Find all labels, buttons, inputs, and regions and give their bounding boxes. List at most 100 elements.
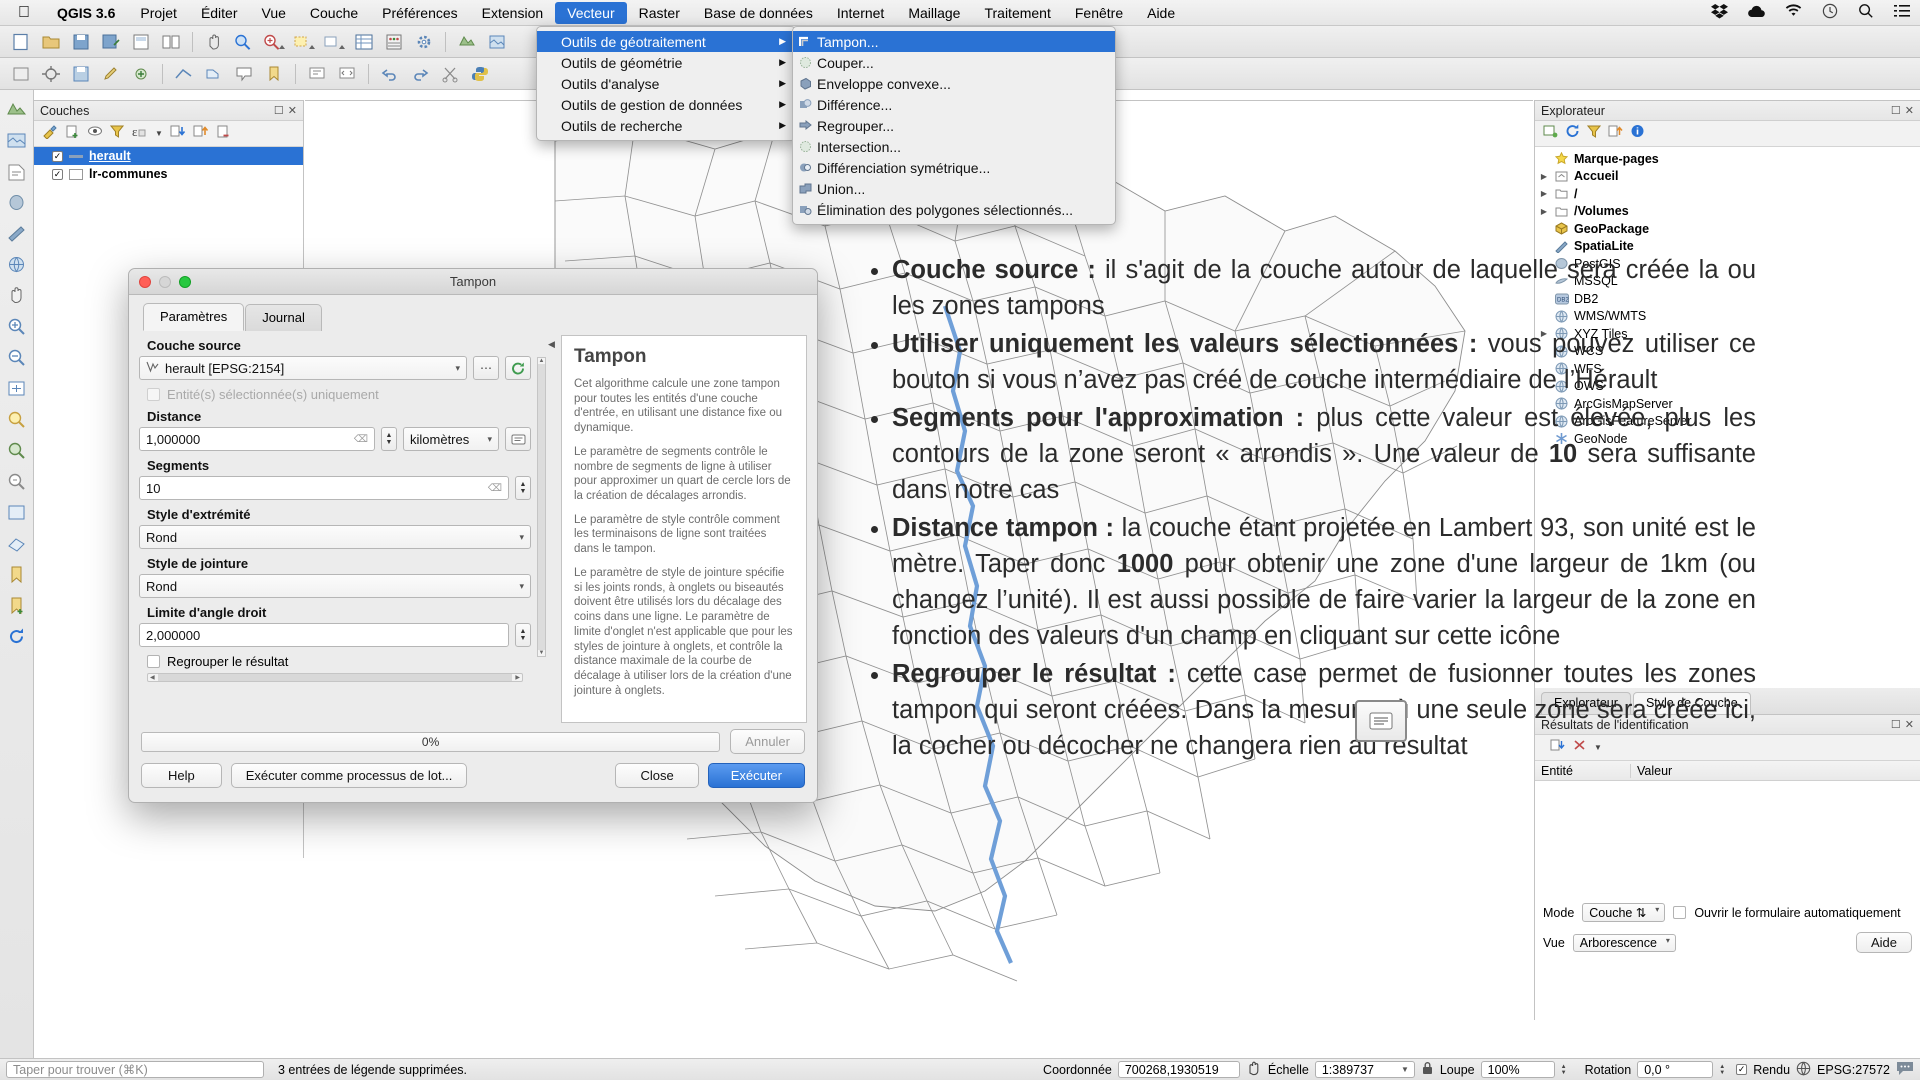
- menu-fenetre[interactable]: Fenêtre: [1063, 2, 1135, 24]
- toggle-coordinate-capture-icon[interactable]: [1246, 1060, 1262, 1079]
- menu-traitement[interactable]: Traitement: [972, 2, 1062, 24]
- expression-filter-icon[interactable]: ε: [131, 124, 148, 144]
- scrollbar-thumb[interactable]: [538, 364, 545, 650]
- couche-source-select[interactable]: herault [EPSG:2154]: [139, 356, 467, 380]
- html-annotation-icon[interactable]: [334, 62, 360, 86]
- new-project-icon[interactable]: [8, 30, 34, 54]
- epsg-label[interactable]: EPSG:27572: [1817, 1063, 1890, 1077]
- executer-button[interactable]: Exécuter: [708, 763, 805, 788]
- zoom-out-rail-icon[interactable]: [4, 344, 30, 370]
- loupe-stepper[interactable]: ▲▼: [1561, 1064, 1572, 1076]
- menu-couche[interactable]: Couche: [298, 2, 370, 24]
- layout-manager-icon[interactable]: [158, 30, 184, 54]
- tab-journal[interactable]: Journal: [245, 304, 322, 331]
- style-manager-icon[interactable]: [42, 124, 58, 144]
- text-annotation-icon[interactable]: [304, 62, 330, 86]
- add-group-icon[interactable]: [65, 124, 80, 144]
- open-project-icon[interactable]: [38, 30, 64, 54]
- redo-icon[interactable]: [407, 62, 433, 86]
- lock-scale-icon[interactable]: [1421, 1061, 1434, 1079]
- scrollbar-thumb[interactable]: [158, 674, 513, 681]
- close-button[interactable]: Close: [615, 763, 698, 788]
- touch-zoom-icon[interactable]: [8, 62, 34, 86]
- measure-line-icon[interactable]: [171, 62, 197, 86]
- close-icon[interactable]: ✕: [288, 104, 297, 117]
- clear-segments-icon[interactable]: ⌫: [488, 483, 502, 494]
- manage-visibility-icon[interactable]: [87, 124, 103, 144]
- locator-search-input[interactable]: Taper pour trouver (⌘K): [6, 1061, 264, 1078]
- open-attribute-table-icon[interactable]: [351, 30, 377, 54]
- menu-item-outils-recherche[interactable]: Outils de recherche ▶: [537, 115, 795, 136]
- add-vector-layer-rail-icon[interactable]: [4, 96, 30, 122]
- save-project-as-icon[interactable]: [98, 30, 124, 54]
- menu-raster[interactable]: Raster: [627, 2, 692, 24]
- undock-icon[interactable]: ☐: [1891, 104, 1901, 117]
- data-defined-override-button[interactable]: [505, 427, 531, 451]
- zoom-layer-rail-icon[interactable]: [4, 437, 30, 463]
- menu-item-enveloppe-convexe[interactable]: Enveloppe convexe...: [793, 73, 1115, 94]
- scroll-left-arrow-icon[interactable]: ◀: [148, 674, 157, 681]
- add-wms-rail-icon[interactable]: [4, 251, 30, 277]
- add-new-directory-icon[interactable]: [1543, 124, 1558, 143]
- distance-input[interactable]: 1,000000 ⌫: [139, 427, 375, 451]
- menu-item-intersection[interactable]: Intersection...: [793, 136, 1115, 157]
- style-extremite-select[interactable]: Rond: [139, 525, 531, 549]
- add-raster-layer-rail-icon[interactable]: [4, 127, 30, 153]
- coordonnee-input[interactable]: 700268,1930519: [1118, 1061, 1240, 1078]
- new-bookmark-icon[interactable]: [261, 62, 287, 86]
- new-map-view-rail-icon[interactable]: [4, 499, 30, 525]
- menu-vecteur[interactable]: Vecteur: [555, 2, 626, 24]
- run-as-batch-button[interactable]: Exécuter comme processus de lot...: [231, 763, 468, 788]
- mode-select[interactable]: Couche ⇅: [1582, 903, 1665, 922]
- menu-item-outils-analyse[interactable]: Outils d'analyse ▶: [537, 73, 795, 94]
- select-features-icon[interactable]: [291, 30, 317, 54]
- expand-all-icon[interactable]: [170, 124, 186, 144]
- echelle-combo[interactable]: 1:389737 ▼: [1315, 1061, 1415, 1078]
- chevron-down-icon[interactable]: ▼: [1401, 1065, 1409, 1074]
- identify-features-icon[interactable]: [231, 30, 257, 54]
- vue-select[interactable]: Arborescence: [1573, 934, 1676, 952]
- menu-preferences[interactable]: Préférences: [370, 2, 469, 24]
- add-vector-layer-icon[interactable]: [454, 30, 480, 54]
- menu-item-tampon[interactable]: Tampon...: [793, 31, 1115, 52]
- chevron-down-icon[interactable]: ▼: [155, 129, 163, 138]
- field-calculator-icon[interactable]: [381, 30, 407, 54]
- form-horizontal-scrollbar[interactable]: ◀ ▶: [147, 673, 523, 682]
- undo-icon[interactable]: [377, 62, 403, 86]
- measure-area-icon[interactable]: [201, 62, 227, 86]
- processing-toolbox-icon[interactable]: [411, 30, 437, 54]
- apple-logo-icon[interactable]: : [0, 5, 44, 21]
- deselect-features-icon[interactable]: [321, 30, 347, 54]
- add-delimited-text-rail-icon[interactable]: [4, 158, 30, 184]
- rendu-checkbox[interactable]: ✓: [1736, 1064, 1747, 1075]
- aide-button[interactable]: Aide: [1856, 932, 1912, 953]
- spotlight-search-icon[interactable]: [1848, 3, 1884, 22]
- close-icon[interactable]: ✕: [1905, 104, 1914, 117]
- menu-maillage[interactable]: Maillage: [896, 2, 972, 24]
- menu-item-outils-geometrie[interactable]: Outils de géométrie ▶: [537, 52, 795, 73]
- scroll-down-arrow-icon[interactable]: ▼: [539, 650, 545, 656]
- collapse-all-icon[interactable]: [193, 124, 209, 144]
- tree-item-volumes[interactable]: ▶ /Volumes: [1535, 203, 1920, 221]
- refresh-rail-icon[interactable]: [4, 623, 30, 649]
- add-spatialite-rail-icon[interactable]: [4, 220, 30, 246]
- menu-internet[interactable]: Internet: [825, 2, 896, 24]
- python-console-icon[interactable]: [467, 62, 493, 86]
- layer-item-lr-communes[interactable]: ✓ lr-communes: [34, 165, 303, 183]
- control-center-icon[interactable]: [1884, 4, 1920, 21]
- help-button[interactable]: Help: [141, 763, 222, 788]
- new-bookmark-rail-icon[interactable]: [4, 592, 30, 618]
- add-feature-icon[interactable]: [128, 62, 154, 86]
- new-3d-view-rail-icon[interactable]: [4, 530, 30, 556]
- regrouper-resultat-checkbox[interactable]: [147, 655, 160, 668]
- tree-item-accueil[interactable]: ▶ Accueil: [1535, 168, 1920, 186]
- messages-icon[interactable]: [1896, 1061, 1914, 1079]
- show-bookmarks-rail-icon[interactable]: [4, 561, 30, 587]
- expand-arrow[interactable]: ▶: [1539, 189, 1549, 198]
- layer-visibility-checkbox[interactable]: ✓: [52, 169, 63, 180]
- iterate-features-button[interactable]: [505, 356, 531, 380]
- zoom-in-rail-icon[interactable]: [4, 313, 30, 339]
- dropbox-icon[interactable]: [1701, 4, 1738, 22]
- rotation-input[interactable]: 0,0 °: [1637, 1061, 1713, 1078]
- menu-aide[interactable]: Aide: [1135, 2, 1187, 24]
